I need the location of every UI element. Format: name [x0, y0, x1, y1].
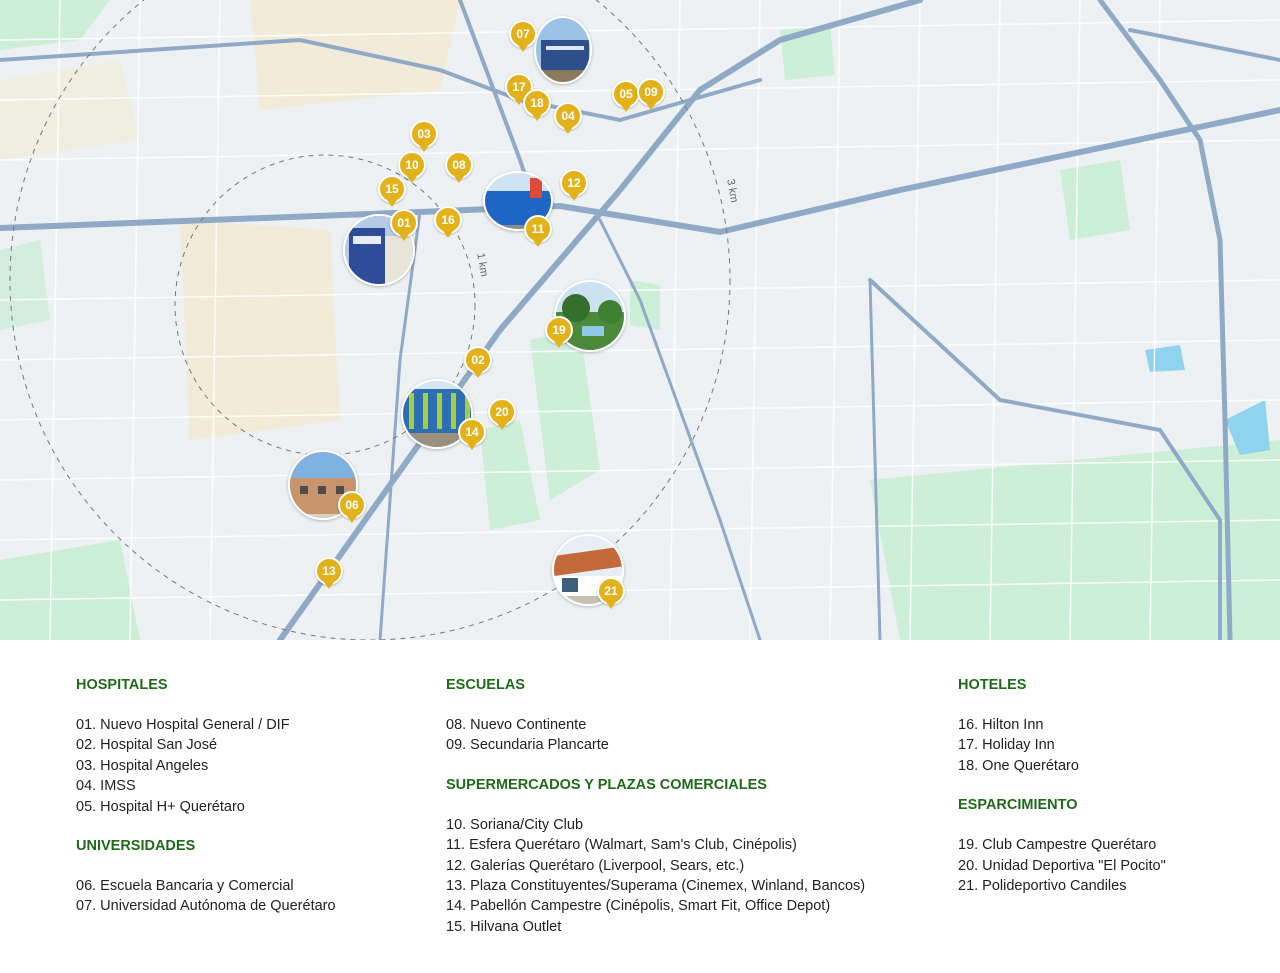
map-view[interactable]: 1 km 3 km 01 02 03 04 05 06 07 08 09 10 …: [0, 0, 1280, 640]
marker-19[interactable]: 19: [545, 316, 573, 348]
marker-08[interactable]: 08: [445, 151, 473, 183]
marker-04[interactable]: 04: [554, 102, 582, 134]
marker-16[interactable]: 16: [434, 206, 462, 238]
legend-item: 16. Hilton Inn: [958, 717, 1044, 733]
marker-11[interactable]: 11: [524, 215, 552, 247]
legend-item: 01. Nuevo Hospital General / DIF: [76, 717, 290, 733]
legend-column-1: HOSPITALES 01. Nuevo Hospital General / …: [76, 676, 336, 917]
legend-item: 10. Soriana/City Club: [446, 816, 584, 833]
marker-21[interactable]: 21: [597, 577, 625, 609]
marker-13[interactable]: 13: [315, 557, 343, 589]
legend-item: 02. Hospital San José: [76, 737, 218, 754]
legend-item: 08. Nuevo Continente: [446, 717, 587, 733]
marker-20[interactable]: 20: [488, 398, 516, 430]
photo-universidad: [534, 16, 592, 84]
legend-item: 09. Secundaria Plancarte: [446, 737, 609, 754]
legend-item: 18. One Querétaro: [958, 757, 1079, 774]
legend-item: 05. Hospital H+ Querétaro: [76, 798, 245, 815]
legend-column-2: ESCUELAS 08. Nuevo Continente 09. Secund…: [446, 676, 865, 937]
marker-01[interactable]: 01: [390, 209, 418, 241]
legend-item: 06. Escuela Bancaria y Comercial: [76, 878, 294, 895]
heading-esparcimiento: ESPARCIMIENTO: [958, 797, 1078, 814]
legend-item: 07. Universidad Autónoma de Querétaro: [76, 898, 336, 915]
legend-item: 20. Unidad Deportiva "El Pocito": [958, 857, 1166, 874]
legend-item: 19. Club Campestre Querétaro: [958, 837, 1157, 854]
marker-18[interactable]: 18: [523, 89, 551, 121]
legend-item: 15. Hilvana Outlet: [446, 918, 562, 935]
marker-15[interactable]: 15: [378, 175, 406, 207]
marker-03[interactable]: 03: [410, 120, 438, 152]
heading-hoteles: HOTELES: [958, 677, 1027, 693]
heading-supermercados: SUPERMERCADOS Y PLAZAS COMERCIALES: [446, 776, 767, 793]
legend-item: 13. Plaza Constituyentes/Superama (Cinem…: [446, 878, 866, 895]
legend-item: 12. Galerías Querétaro (Liverpool, Sears…: [446, 857, 745, 874]
legend-item: 11. Esfera Querétaro (Walmart, Sam's Clu…: [446, 837, 797, 854]
marker-02[interactable]: 02: [464, 346, 492, 378]
legend-item: 14. Pabellón Campestre (Cinépolis, Smart…: [446, 898, 831, 915]
marker-09[interactable]: 09: [637, 78, 665, 110]
marker-14[interactable]: 14: [458, 418, 486, 450]
legend-column-3: HOTELES 16. Hilton Inn 17. Holiday Inn 1…: [958, 676, 1166, 896]
legend-item: 04. IMSS: [76, 778, 136, 795]
legend-item: 21. Polideportivo Candiles: [958, 878, 1127, 895]
heading-universidades: UNIVERSIDADES: [76, 838, 196, 855]
heading-escuelas: ESCUELAS: [446, 677, 525, 693]
legend: HOSPITALES 01. Nuevo Hospital General / …: [0, 640, 1280, 973]
marker-07[interactable]: 07: [509, 20, 537, 52]
legend-item: 03. Hospital Angeles: [76, 757, 209, 774]
heading-hospitales: HOSPITALES: [76, 677, 168, 693]
marker-06[interactable]: 06: [338, 491, 366, 523]
marker-10[interactable]: 10: [398, 151, 426, 183]
legend-item: 17. Holiday Inn: [958, 737, 1055, 754]
marker-05[interactable]: 05: [612, 80, 640, 112]
marker-12[interactable]: 12: [560, 169, 588, 201]
